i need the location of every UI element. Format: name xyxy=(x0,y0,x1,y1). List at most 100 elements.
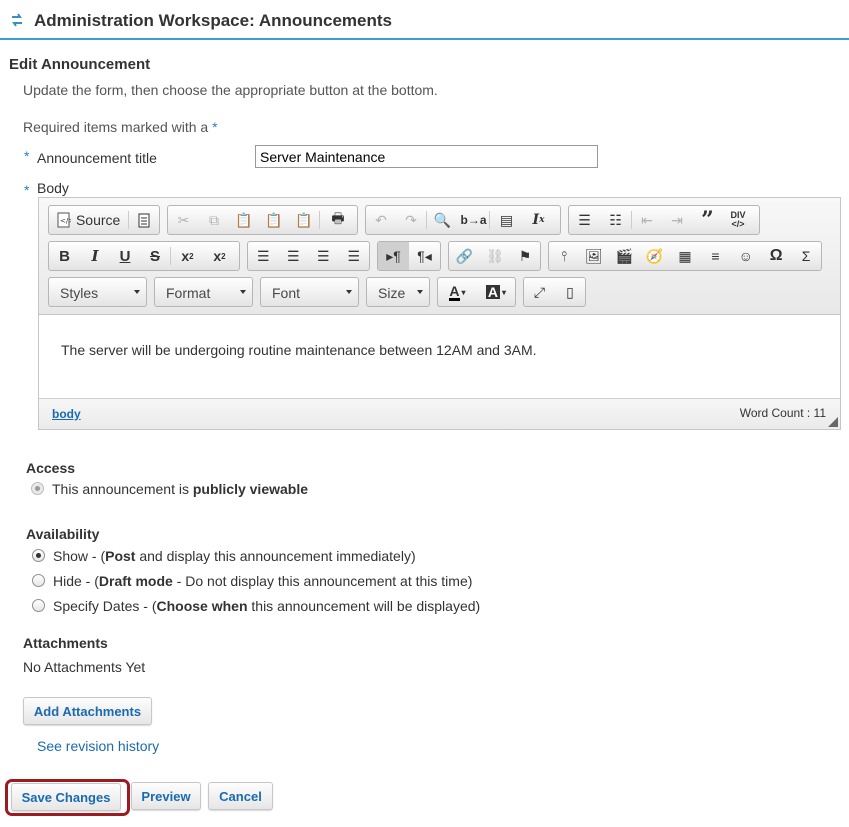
option-text: Hide - ( xyxy=(53,573,99,589)
toolbar-group-document: </> Source xyxy=(48,205,160,235)
align-left-icon[interactable]: ☰ xyxy=(248,242,279,270)
embed-icon[interactable]: ⫯ xyxy=(549,242,579,270)
add-attachments-button[interactable]: Add Attachments xyxy=(23,697,152,725)
editor-toolbar: </> Source ✂ ⧉ 📋 📋 📋 🖶 ↶ ↷ 🔍 b→a ▤ xyxy=(39,198,840,315)
paste-text-icon[interactable]: 📋 xyxy=(259,206,289,234)
find-icon[interactable]: 🔍 xyxy=(427,206,458,234)
element-path-body[interactable]: body xyxy=(52,407,81,421)
source-icon: </> xyxy=(57,212,71,228)
justify-icon[interactable]: ☰ xyxy=(339,242,370,270)
source-label: Source xyxy=(75,212,121,228)
preview-button[interactable]: Preview xyxy=(131,782,201,810)
revision-history-link[interactable]: See revision history xyxy=(37,738,159,754)
remove-format-icon[interactable]: Ix xyxy=(523,206,554,234)
toolbar-group-lists: ☰ ☷ ⇤ ⇥ ” DIV </> xyxy=(568,205,760,235)
format-label: Format xyxy=(166,285,211,301)
paste-word-icon[interactable]: 📋 xyxy=(289,206,319,234)
preview-doc-button[interactable] xyxy=(129,206,159,234)
required-star: * xyxy=(212,119,218,135)
svg-text:</>: </> xyxy=(60,217,71,225)
increase-indent-icon[interactable]: ⇥ xyxy=(662,206,692,234)
body-required-star: * xyxy=(24,182,30,198)
styles-label: Styles xyxy=(60,285,99,301)
availability-hide-label[interactable]: Hide - (Draft mode - Do not display this… xyxy=(53,573,472,589)
body-label: Body xyxy=(37,180,69,196)
toolbar-group-tools: ⤢ ▯ xyxy=(523,277,586,307)
numbered-list-icon[interactable]: ☰ xyxy=(569,206,600,234)
rtl-icon[interactable]: ¶◂ xyxy=(409,242,440,270)
link-icon[interactable]: 🔗 xyxy=(449,242,480,270)
underline-icon[interactable]: U xyxy=(110,242,140,270)
print-icon[interactable]: 🖶 xyxy=(320,206,356,234)
horizontal-rule-icon[interactable]: ≡ xyxy=(700,242,730,270)
access-radio xyxy=(31,482,44,495)
superscript-icon[interactable]: x2 xyxy=(204,242,235,270)
attachments-heading: Attachments xyxy=(23,635,108,651)
save-changes-button[interactable]: Save Changes xyxy=(11,783,121,811)
bold-icon[interactable]: B xyxy=(49,242,80,270)
format-dropdown[interactable]: Format xyxy=(154,277,253,307)
availability-show-radio[interactable] xyxy=(32,549,45,562)
undo-icon[interactable]: ↶ xyxy=(366,206,396,234)
availability-heading: Availability xyxy=(26,526,100,542)
create-div-icon[interactable]: DIV </> xyxy=(723,206,753,234)
compass-icon[interactable]: 🧭 xyxy=(640,242,670,270)
form-instruction: Update the form, then choose the appropr… xyxy=(23,82,438,98)
background-color-icon[interactable]: A ▾ xyxy=(477,278,515,306)
required-note-text: Required items marked with a xyxy=(23,119,209,135)
text-color-icon[interactable]: A ▾ xyxy=(438,278,477,306)
size-dropdown[interactable]: Size xyxy=(366,277,430,307)
page-header: Administration Workspace: Announcements xyxy=(0,0,849,40)
document-icon xyxy=(138,213,150,227)
special-char-icon[interactable]: Ω xyxy=(761,242,791,270)
show-blocks-icon[interactable]: ▯ xyxy=(555,278,585,306)
decrease-indent-icon[interactable]: ⇤ xyxy=(632,206,662,234)
italic-icon[interactable]: I xyxy=(80,242,110,270)
title-label: Announcement title xyxy=(37,150,157,166)
availability-show-label[interactable]: Show - (Post and display this announceme… xyxy=(53,548,416,564)
announcement-title-input[interactable] xyxy=(255,145,598,168)
font-dropdown[interactable]: Font xyxy=(260,277,359,307)
attachments-empty-text: No Attachments Yet xyxy=(23,659,146,675)
editor-content-text[interactable]: The server will be undergoing routine ma… xyxy=(61,342,537,358)
unlink-icon[interactable]: ⛓ xyxy=(480,242,510,270)
source-button[interactable]: </> Source xyxy=(49,206,128,234)
replace-icon[interactable]: b→a xyxy=(458,206,489,234)
redo-icon[interactable]: ↷ xyxy=(396,206,426,234)
math-sigma-icon[interactable]: Σ xyxy=(791,242,821,270)
option-bold: Draft mode xyxy=(98,573,173,589)
resize-handle-icon[interactable] xyxy=(828,417,838,427)
cut-icon[interactable]: ✂ xyxy=(168,206,199,234)
strikethrough-icon[interactable]: S xyxy=(140,242,170,270)
cancel-button[interactable]: Cancel xyxy=(208,782,273,810)
align-center-icon[interactable]: ☰ xyxy=(279,242,309,270)
anchor-flag-icon[interactable]: ⚑ xyxy=(510,242,540,270)
toolbar-group-edit: ↶ ↷ 🔍 b→a ▤ Ix xyxy=(365,205,561,235)
availability-dates-label[interactable]: Specify Dates - (Choose when this announ… xyxy=(53,598,480,614)
image-icon[interactable]: 🖼 xyxy=(579,242,609,270)
option-bold: Post xyxy=(105,548,136,564)
smiley-icon[interactable]: ☺ xyxy=(730,242,761,270)
swap-arrows-icon[interactable] xyxy=(10,12,24,28)
title-required-star: * xyxy=(24,148,30,164)
toolbar-group-clipboard: ✂ ⧉ 📋 📋 📋 🖶 xyxy=(167,205,358,235)
form-heading: Edit Announcement xyxy=(9,56,151,73)
access-heading: Access xyxy=(26,460,76,476)
copy-icon[interactable]: ⧉ xyxy=(199,206,229,234)
bulleted-list-icon[interactable]: ☷ xyxy=(600,206,631,234)
align-right-icon[interactable]: ☰ xyxy=(308,242,339,270)
editor-content-area[interactable]: The server will be undergoing routine ma… xyxy=(39,315,840,399)
styles-dropdown[interactable]: Styles xyxy=(48,277,147,307)
availability-dates-radio[interactable] xyxy=(32,599,45,612)
availability-hide-radio[interactable] xyxy=(32,574,45,587)
select-all-icon[interactable]: ▤ xyxy=(490,206,523,234)
maximize-icon[interactable]: ⤢ xyxy=(524,278,555,306)
toolbar-group-direction: ▸¶ ¶◂ xyxy=(377,241,441,271)
toolbar-group-links: 🔗 ⛓ ⚑ xyxy=(448,241,541,271)
subscript-icon[interactable]: x2 xyxy=(171,242,204,270)
blockquote-icon[interactable]: ” xyxy=(692,206,723,234)
movie-icon[interactable]: 🎬 xyxy=(609,242,640,270)
table-icon[interactable]: ▦ xyxy=(670,242,701,270)
paste-icon[interactable]: 📋 xyxy=(229,206,259,234)
ltr-icon[interactable]: ▸¶ xyxy=(378,242,409,270)
